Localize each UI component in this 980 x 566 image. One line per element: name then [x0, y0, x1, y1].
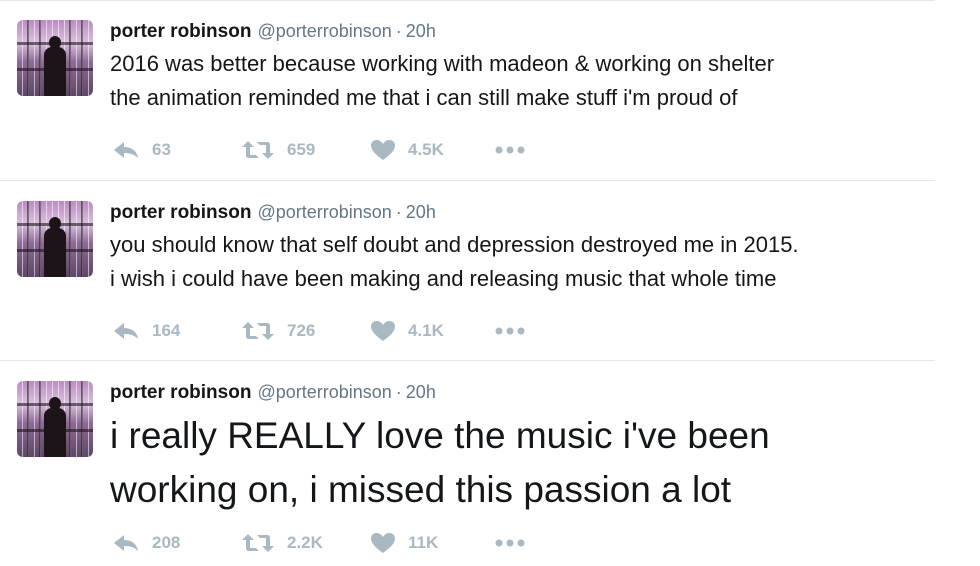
timestamp[interactable]: 20h — [406, 382, 436, 402]
reply-icon — [112, 533, 140, 553]
tweet-text: 2016 was better because working with mad… — [110, 47, 930, 115]
tweet-actions: 208 2.2K 11K — [110, 529, 570, 557]
tweet[interactable]: porter robinson @porterrobinson · 20h i rea… — [0, 361, 935, 566]
like-button[interactable]: 4.1K — [370, 317, 444, 345]
tweet-header: porter robinson @porterrobinson · 20h — [110, 201, 436, 223]
tweet-text-line: the animation reminded me that i can sti… — [110, 85, 738, 110]
like-count: 11K — [408, 533, 439, 552]
retweet-icon — [241, 140, 275, 160]
like-count: 4.5K — [408, 140, 444, 159]
avatar[interactable] — [17, 20, 93, 96]
like-button[interactable]: 11K — [370, 529, 438, 557]
tweet-header: porter robinson @porterrobinson · 20h — [110, 20, 436, 42]
heart-icon — [370, 139, 396, 161]
author-name[interactable]: porter robinson — [110, 202, 251, 223]
tweet-text-line: i really REALLY love the music i've been — [110, 415, 770, 456]
heart-icon — [370, 532, 396, 554]
tweet-header: porter robinson @porterrobinson · 20h — [110, 381, 436, 403]
tweet-text-line: you should know that self doubt and depr… — [110, 232, 799, 257]
more-button[interactable] — [495, 317, 525, 345]
retweet-icon — [241, 321, 275, 341]
retweet-count: 726 — [287, 321, 316, 340]
retweet-count: 659 — [287, 140, 316, 159]
retweet-icon — [241, 533, 275, 553]
more-dots-icon — [495, 327, 525, 335]
like-button[interactable]: 4.5K — [370, 136, 444, 164]
retweet-button[interactable]: 2.2K — [241, 529, 323, 557]
separator-dot: · — [395, 21, 402, 41]
like-count: 4.1K — [408, 321, 444, 340]
reply-count: 208 — [152, 533, 181, 552]
tweet[interactable]: porter robinson @porterrobinson · 20h you s… — [0, 181, 935, 361]
avatar[interactable] — [17, 201, 93, 277]
heart-icon — [370, 320, 396, 342]
tweet-text: i really REALLY love the music i've been… — [110, 409, 930, 517]
author-handle[interactable]: @porterrobinson — [257, 21, 391, 41]
tweet-actions: 63 659 4.5K — [110, 136, 570, 164]
more-dots-icon — [495, 146, 525, 154]
retweet-button[interactable]: 726 — [241, 317, 315, 345]
reply-button[interactable]: 63 — [112, 136, 171, 164]
more-button[interactable] — [495, 136, 525, 164]
author-handle[interactable]: @porterrobinson — [257, 382, 391, 402]
tweet-actions: 164 726 4.1K — [110, 317, 570, 345]
tweet-text-line: working on, i missed this passion a lot — [110, 469, 732, 510]
reply-button[interactable]: 208 — [112, 529, 180, 557]
tweet[interactable]: porter robinson @porterrobinson · 20h 2016 … — [0, 0, 935, 181]
reply-count: 164 — [152, 321, 181, 340]
separator-dot: · — [395, 382, 402, 402]
retweet-count: 2.2K — [287, 533, 323, 552]
reply-icon — [112, 321, 140, 341]
more-button[interactable] — [495, 529, 525, 557]
reply-count: 63 — [152, 140, 171, 159]
more-dots-icon — [495, 539, 525, 547]
tweet-text-line: 2016 was better because working with mad… — [110, 51, 775, 76]
author-name[interactable]: porter robinson — [110, 382, 251, 403]
timestamp[interactable]: 20h — [406, 21, 436, 41]
retweet-button[interactable]: 659 — [241, 136, 315, 164]
separator-dot: · — [395, 202, 402, 222]
reply-icon — [112, 140, 140, 160]
tweet-text: you should know that self doubt and depr… — [110, 228, 930, 296]
author-name[interactable]: porter robinson — [110, 21, 251, 42]
avatar[interactable] — [17, 381, 93, 457]
author-handle[interactable]: @porterrobinson — [257, 202, 391, 222]
timestamp[interactable]: 20h — [406, 202, 436, 222]
tweet-text-line: i wish i could have been making and rele… — [110, 266, 777, 291]
reply-button[interactable]: 164 — [112, 317, 180, 345]
